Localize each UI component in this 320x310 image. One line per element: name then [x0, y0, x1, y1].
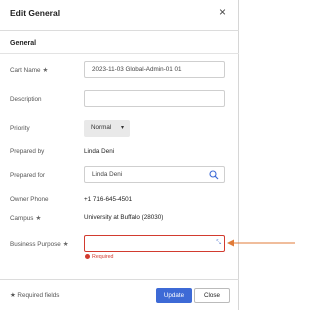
prepared-by-label: Prepared by	[10, 148, 45, 155]
annotation-arrow-icon	[227, 239, 295, 247]
cart-name-label: Cart Name ★	[10, 67, 49, 74]
required-error: Required	[85, 254, 114, 260]
campus-value: University at Buffalo (28030)	[84, 214, 164, 221]
search-icon[interactable]	[209, 170, 219, 180]
required-fields-note: ★ Required fields	[10, 292, 60, 299]
prepared-for-label: Prepared for	[10, 172, 46, 179]
resize-handle-icon[interactable]: ⤡	[216, 240, 221, 247]
description-input[interactable]	[84, 90, 225, 107]
owner-phone-label: Owner Phone	[10, 196, 49, 203]
dialog-header: Edit General ×	[0, 0, 239, 31]
chevron-down-icon: ▾	[120, 125, 124, 131]
prepared-for-value: Linda Deni	[92, 171, 123, 178]
close-icon[interactable]: ×	[219, 6, 226, 18]
close-button[interactable]: Close	[194, 288, 230, 303]
required-star-icon: ★	[42, 67, 49, 74]
priority-label: Priority	[10, 125, 30, 132]
description-label: Description	[10, 96, 42, 103]
required-star-icon: ★	[62, 241, 69, 248]
business-purpose-input[interactable]: ⤡	[84, 235, 225, 252]
campus-label: Campus ★	[10, 215, 42, 222]
section-title: General	[10, 40, 37, 47]
edit-general-dialog: Edit General × General Cart Name ★ 2023-1…	[0, 0, 239, 310]
priority-value: Normal	[91, 124, 112, 131]
priority-select[interactable]: Normal ▾	[84, 120, 130, 137]
update-button[interactable]: Update	[156, 288, 192, 303]
owner-phone-value: +1 716-645-4501	[84, 196, 133, 203]
business-purpose-label: Business Purpose ★	[10, 241, 69, 248]
cart-name-input[interactable]: 2023-11-03 Global-Admin-01 01	[84, 61, 225, 78]
required-star-icon: ★	[35, 215, 42, 222]
footer-divider	[0, 279, 239, 280]
section-divider	[0, 53, 239, 54]
error-icon	[85, 254, 90, 259]
prepared-for-input[interactable]: Linda Deni	[84, 166, 225, 183]
dialog-title: Edit General	[10, 8, 61, 18]
prepared-by-value: Linda Deni	[84, 148, 115, 155]
